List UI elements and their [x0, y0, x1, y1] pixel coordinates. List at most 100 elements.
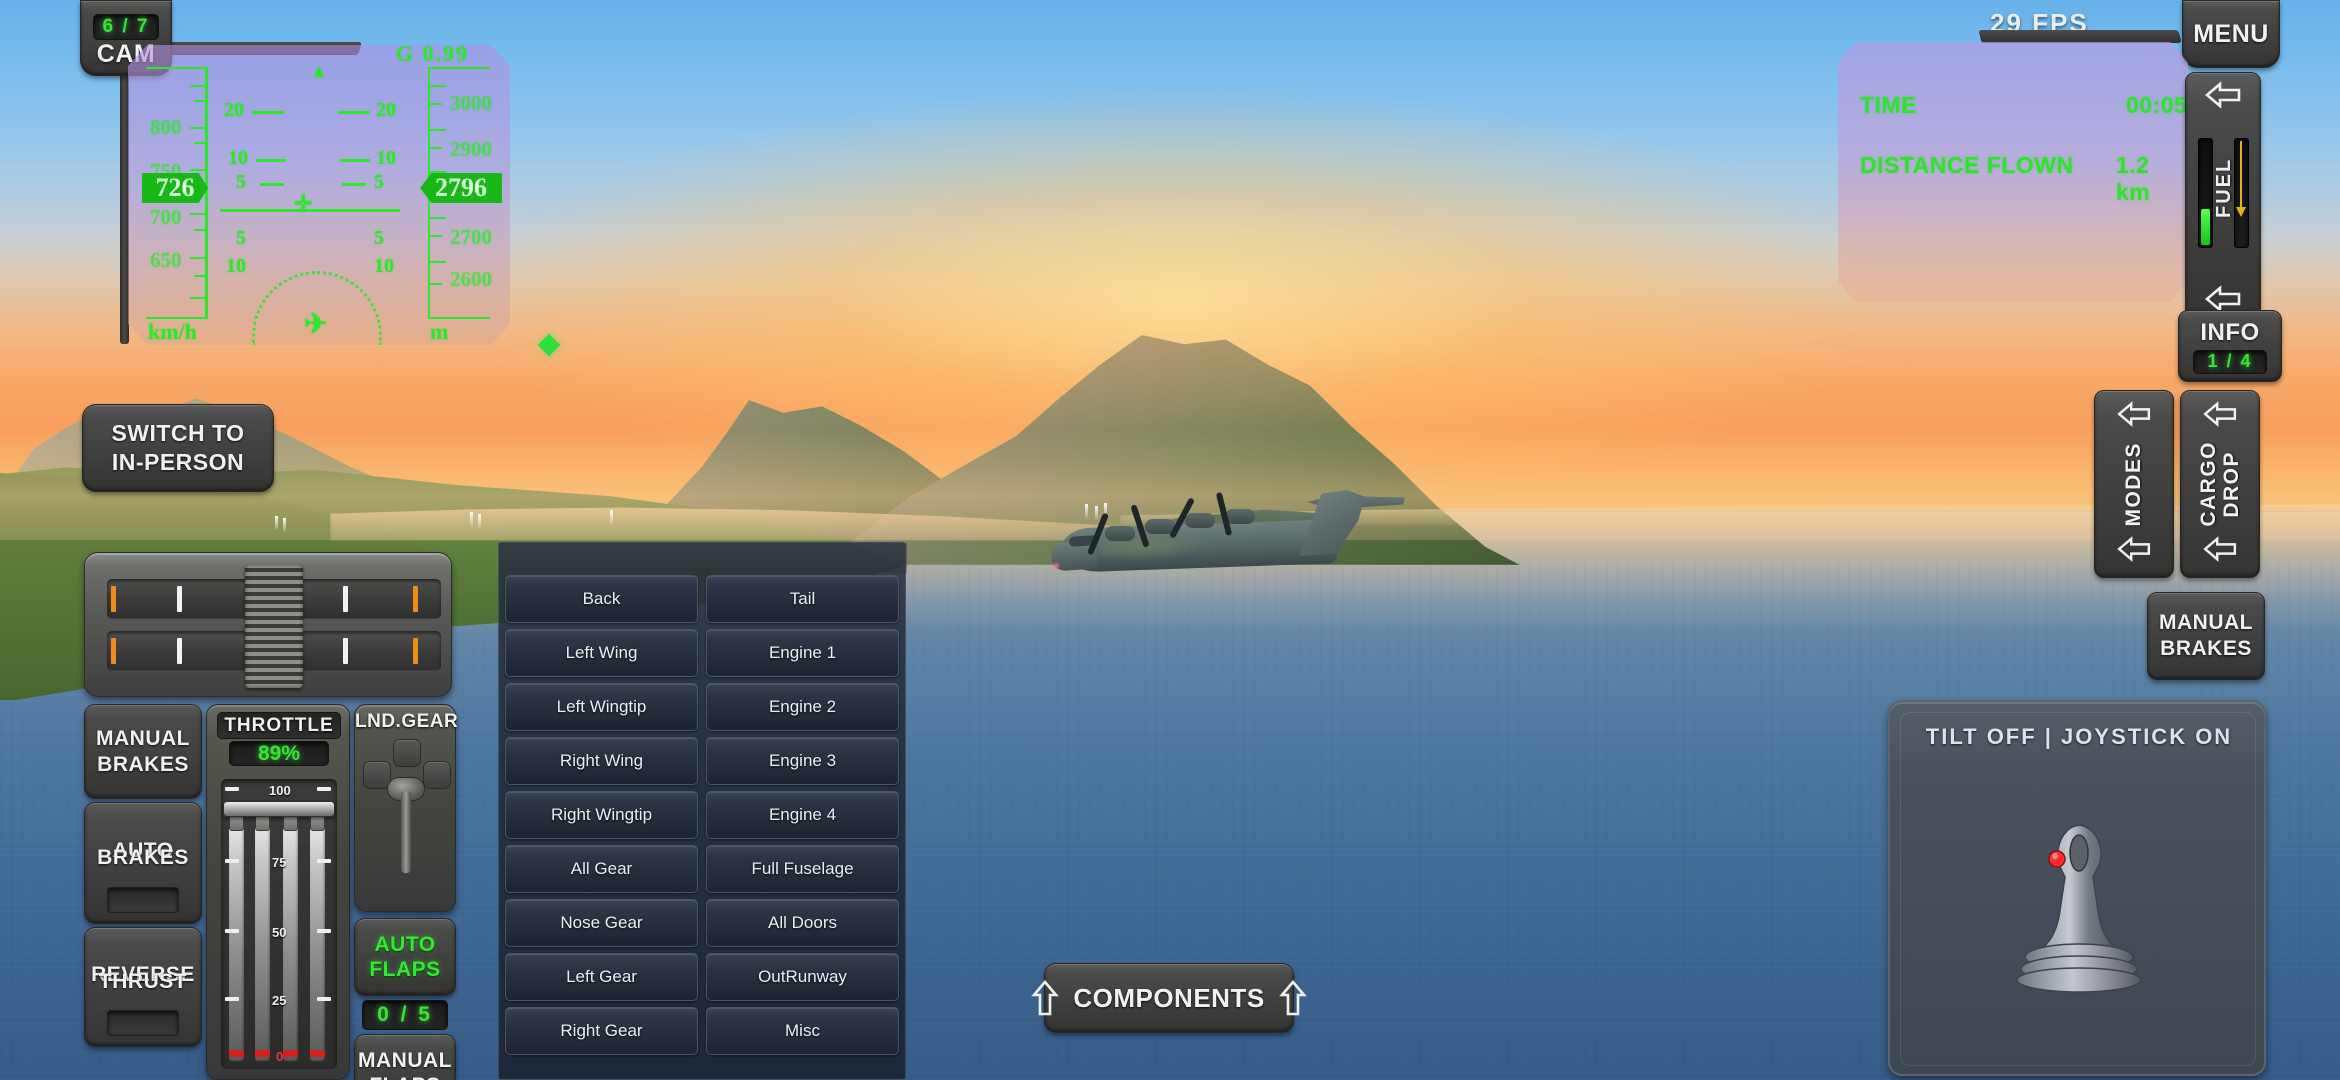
throttle-scale-label: 100 — [269, 783, 291, 798]
component-button-engine-3[interactable]: Engine 3 — [706, 737, 899, 785]
throttle-panel[interactable]: THROTTLE 89% 100 75 50 25 0 — [206, 704, 350, 1080]
reverse-thrust-button[interactable]: REVERSE THRUST — [84, 927, 202, 1047]
component-button-engine-1[interactable]: Engine 1 — [706, 629, 899, 677]
altitude-unit-label: m — [430, 319, 449, 344]
manual-flaps-button[interactable]: MANUAL FLAPS — [354, 1034, 456, 1080]
alt-tick-label: 2700 — [450, 225, 492, 249]
manual-brakes-line1: MANUAL — [96, 727, 190, 751]
landing-gear-panel[interactable]: LND.GEAR — [354, 704, 459, 912]
component-button-back[interactable]: Back — [505, 575, 698, 623]
camera-index-display: 6 / 7 — [93, 13, 159, 40]
components-toggle-button[interactable]: COMPONENTS — [1031, 963, 1307, 1033]
speed-tick — [190, 85, 206, 87]
auto-flaps-button[interactable]: AUTO FLAPS — [354, 918, 456, 996]
component-button-engine-2[interactable]: Engine 2 — [706, 683, 899, 731]
alt-tick — [430, 129, 446, 131]
menu-button[interactable]: MENU — [2182, 0, 2280, 68]
pitch-ladder-label: 10 — [228, 147, 248, 169]
components-panel: Back Tail Left Wing Engine 1 Left Wingti… — [498, 542, 907, 1080]
manual-brakes-right-button[interactable]: MANUAL BRAKES — [2147, 592, 2265, 680]
pitch-ladder-label: 10 — [226, 255, 246, 277]
alt-tick-label: 2900 — [450, 137, 492, 161]
modes-button[interactable]: MODES — [2094, 390, 2174, 578]
gear-pad-top[interactable] — [393, 739, 421, 767]
altitude-readout: 2796 — [420, 173, 502, 203]
cargo-arrow-down-icon[interactable] — [2202, 536, 2238, 567]
info-button[interactable]: INFO 1 / 4 — [2178, 310, 2282, 382]
gear-lever-stick[interactable] — [401, 791, 411, 873]
component-button-outrunway[interactable]: OutRunway — [706, 953, 899, 1001]
component-button-all-doors[interactable]: All Doors — [706, 899, 899, 947]
component-button-right-wing[interactable]: Right Wing — [505, 737, 698, 785]
trim-slot-top-right[interactable] — [299, 579, 441, 619]
speed-tick-label: 700 — [150, 205, 182, 229]
speed-tick — [194, 229, 206, 231]
speed-tape-top-line — [146, 67, 208, 69]
manual-brakes-right-line2: BRAKES — [2160, 637, 2252, 660]
alt-tick — [430, 85, 446, 87]
component-button-right-wingtip[interactable]: Right Wingtip — [505, 791, 698, 839]
modes-arrow-down-icon[interactable] — [2116, 536, 2152, 567]
throttle-scale-tick — [317, 787, 331, 791]
throttle-scale-label-zero: 0 — [276, 1049, 284, 1064]
trim-slot-bottom-right[interactable] — [299, 631, 441, 671]
speed-tape-axis — [206, 67, 208, 319]
pitch-ladder-bar — [260, 183, 284, 186]
cargo-drop-button[interactable]: CARGO DROP — [2180, 390, 2260, 578]
speed-tick — [190, 297, 206, 299]
throttle-scale-label: 25 — [272, 993, 287, 1008]
alt-tick — [430, 261, 446, 263]
fuel-arrow-up-icon[interactable] — [2204, 81, 2242, 109]
trim-marker-orange — [413, 638, 418, 664]
component-button-left-gear[interactable]: Left Gear — [505, 953, 698, 1001]
components-arrow-up-right-icon — [1278, 979, 1307, 1017]
manual-brakes-button[interactable]: MANUAL BRAKES — [84, 704, 202, 799]
speed-tick — [194, 142, 206, 144]
component-button-full-fuselage[interactable]: Full Fuselage — [706, 845, 899, 893]
component-button-nose-gear[interactable]: Nose Gear — [505, 899, 698, 947]
trim-center-grip[interactable] — [245, 564, 303, 688]
pitch-ladder-bar — [342, 183, 366, 186]
landing-gear-label: LND.GEAR — [355, 711, 459, 732]
component-button-misc[interactable]: Misc — [706, 1007, 899, 1055]
fuel-gauge-right-needle — [2240, 141, 2242, 211]
component-button-all-gear[interactable]: All Gear — [505, 845, 698, 893]
heading-index: ▲ — [310, 61, 328, 81]
trim-slider-panel[interactable] — [84, 552, 452, 697]
throttle-master-grip[interactable] — [223, 801, 335, 817]
throttle-lever-4[interactable] — [310, 809, 325, 1061]
throttle-scale-label: 75 — [272, 855, 287, 870]
switch-view-label-line1: SWITCH TO — [111, 420, 245, 447]
switch-view-label-line2: IN-PERSON — [111, 449, 245, 475]
fuel-gauge-right-track — [2234, 138, 2249, 248]
fuel-arrow-down-icon[interactable] — [2204, 285, 2242, 313]
reverse-thrust-line2: THRUST — [98, 970, 188, 993]
manual-flaps-line1: MANUAL — [358, 1048, 452, 1072]
alt-tick — [430, 283, 442, 285]
player-aircraft — [1045, 488, 1405, 598]
component-button-left-wingtip[interactable]: Left Wingtip — [505, 683, 698, 731]
joystick-icon[interactable] — [2009, 817, 2149, 1007]
throttle-lever-1[interactable] — [229, 809, 244, 1061]
pitch-ladder-label: 10 — [374, 255, 394, 277]
component-button-engine-4[interactable]: Engine 4 — [706, 791, 899, 839]
component-button-right-gear[interactable]: Right Gear — [505, 1007, 698, 1055]
auto-flaps-line1: AUTO — [374, 932, 436, 956]
throttle-lever-2[interactable] — [255, 809, 270, 1061]
gear-pad-right[interactable] — [423, 761, 451, 789]
auto-brakes-button[interactable]: AUTO BRAKES — [84, 802, 202, 924]
auto-flaps-line2: FLAPS — [369, 958, 441, 981]
alt-tick — [430, 147, 442, 149]
switch-view-button[interactable]: SWITCH TO IN-PERSON — [82, 404, 274, 492]
component-button-left-wing[interactable]: Left Wing — [505, 629, 698, 677]
modes-arrow-up-icon[interactable] — [2116, 401, 2152, 432]
flaps-position-display: 0 / 5 — [362, 1000, 448, 1030]
component-button-tail[interactable]: Tail — [706, 575, 899, 623]
fuel-gauge-left-track — [2198, 138, 2213, 248]
throttle-track[interactable]: 100 75 50 25 0 — [221, 779, 337, 1069]
joystick-panel[interactable]: TILT OFF | JOYSTICK ON — [1888, 700, 2266, 1076]
speed-readout: 726 — [142, 173, 208, 203]
trim-marker-orange — [111, 638, 116, 664]
manual-brakes-line2: BRAKES — [97, 752, 189, 776]
cargo-arrow-up-icon[interactable] — [2202, 401, 2238, 432]
